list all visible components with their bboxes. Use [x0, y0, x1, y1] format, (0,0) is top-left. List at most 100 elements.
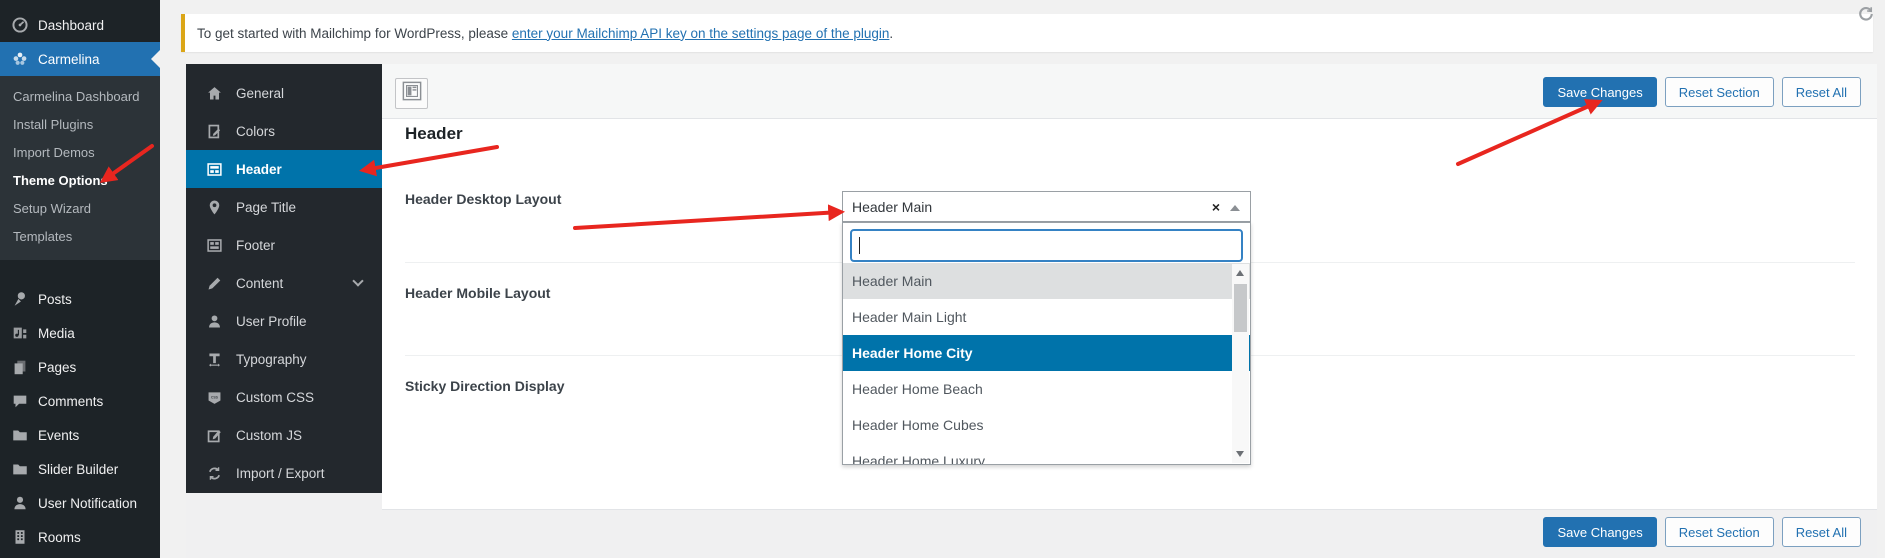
notice-suffix: . [889, 26, 893, 41]
options-tab-general[interactable]: General [186, 74, 382, 112]
select-dropdown-panel: Header Main Header Main Light Header Hom… [842, 222, 1251, 465]
folder-icon [11, 426, 29, 444]
sidebar-item-label: Carmelina [38, 52, 100, 67]
options-tab-label: Page Title [236, 200, 296, 215]
options-tab-label: Footer [236, 238, 275, 253]
panel-footer-left [186, 493, 382, 558]
options-tab-header[interactable]: Header [186, 150, 382, 188]
sidebar-item-user-notification[interactable]: User Notification [0, 486, 160, 520]
reset-section-button[interactable]: Reset Section [1665, 517, 1774, 547]
user-icon [11, 494, 29, 512]
select-options-list: Header Main Header Main Light Header Hom… [843, 263, 1250, 464]
options-tab-colors[interactable]: Colors [186, 112, 382, 150]
options-tab-page-title[interactable]: Page Title [186, 188, 382, 226]
clear-selection-icon[interactable]: × [1212, 198, 1220, 216]
sidebar-item-label: User Notification [38, 496, 137, 511]
sidebar-item-media[interactable]: Media [0, 316, 160, 350]
options-tab-custom-css[interactable]: css Custom CSS [186, 378, 382, 416]
notice-text: To get started with Mailchimp for WordPr… [197, 26, 508, 41]
refresh-icon[interactable] [1857, 5, 1875, 28]
options-tab-label: General [236, 86, 284, 101]
options-tab-custom-js[interactable]: Custom JS [186, 416, 382, 454]
carmelina-logo-icon [11, 50, 29, 68]
sidebar-item-label: Media [38, 326, 75, 341]
edit-doc-icon [205, 123, 223, 140]
sidebar-item-label: Slider Builder [38, 462, 118, 477]
sidebar-item-dashboard[interactable]: Dashboard [0, 8, 160, 42]
reset-all-button[interactable]: Reset All [1782, 77, 1861, 107]
scroll-down-icon[interactable] [1236, 451, 1244, 457]
toggle-layout-button[interactable] [395, 78, 428, 109]
pages-icon [11, 358, 29, 376]
dashboard-icon [11, 16, 29, 34]
toolbar-buttons-bottom: Save Changes Reset Section Reset All [1543, 517, 1861, 547]
caret-up-icon[interactable] [1230, 205, 1240, 211]
submenu-item-templates[interactable]: Templates [0, 223, 160, 251]
sidebar-item-label: Pages [38, 360, 76, 375]
option-header-main-light[interactable]: Header Main Light [843, 299, 1250, 335]
options-tab-label: User Profile [236, 314, 307, 329]
option-header-home-city[interactable]: Header Home City [843, 335, 1250, 371]
submenu-item-install-plugins[interactable]: Install Plugins [0, 111, 160, 139]
footer-layout-icon [205, 237, 223, 254]
sidebar-item-comments[interactable]: Comments [0, 384, 160, 418]
dropdown-scrollbar[interactable] [1232, 264, 1249, 463]
submenu-item-carmelina-dashboard[interactable]: Carmelina Dashboard [0, 83, 160, 111]
option-header-home-beach[interactable]: Header Home Beach [843, 371, 1250, 407]
option-header-home-cubes[interactable]: Header Home Cubes [843, 407, 1250, 443]
field-label-sticky-direction-display: Sticky Direction Display [405, 378, 565, 394]
sidebar-item-pages[interactable]: Pages [0, 350, 160, 384]
header-layout-icon [205, 161, 223, 178]
layout-icon [402, 81, 422, 106]
options-tab-user-profile[interactable]: User Profile [186, 302, 382, 340]
options-tab-label: Custom CSS [236, 390, 314, 405]
options-tab-typography[interactable]: Typography [186, 340, 382, 378]
edit-square-icon [205, 427, 223, 444]
sidebar-item-slider-builder[interactable]: Slider Builder [0, 452, 160, 486]
sidebar-item-label: Events [38, 428, 79, 443]
select-current-value: Header Main [843, 199, 932, 215]
option-header-main[interactable]: Header Main [843, 263, 1250, 299]
field-label-header-desktop-layout: Header Desktop Layout [405, 191, 561, 207]
options-tab-import-export[interactable]: Import / Export [186, 454, 382, 492]
chevron-down-icon [352, 275, 363, 286]
mailchimp-settings-link[interactable]: enter your Mailchimp API key on the sett… [512, 26, 889, 41]
options-tab-footer[interactable]: Footer [186, 226, 382, 264]
text-cursor [859, 237, 860, 254]
folder-icon [11, 460, 29, 478]
admin-sidebar: Dashboard Carmelina Carmelina Dashboard … [0, 0, 160, 558]
sidebar-item-posts[interactable]: Posts [0, 282, 160, 316]
scroll-up-icon[interactable] [1236, 270, 1244, 276]
options-tab-label: Colors [236, 124, 275, 139]
section-title: Header [405, 124, 463, 144]
save-changes-button[interactable]: Save Changes [1543, 77, 1656, 107]
sidebar-item-rooms[interactable]: Rooms [0, 520, 160, 554]
field-label-header-mobile-layout: Header Mobile Layout [405, 285, 550, 301]
sidebar-item-events[interactable]: Events [0, 418, 160, 452]
sidebar-item-carmelina[interactable]: Carmelina [0, 42, 160, 76]
panel-footer: Save Changes Reset Section Reset All [382, 509, 1877, 558]
select-search-input[interactable] [850, 229, 1243, 262]
scrollbar-thumb[interactable] [1234, 284, 1247, 332]
options-tab-content[interactable]: Content [186, 264, 382, 302]
header-desktop-layout-select[interactable]: Header Main × [842, 191, 1251, 222]
options-tab-label: Header [236, 162, 282, 177]
options-tab-label: Content [236, 276, 283, 291]
reset-all-button[interactable]: Reset All [1782, 517, 1861, 547]
sidebar-item-label: Dashboard [38, 18, 104, 33]
admin-menu: Posts Media Pages Comments [0, 282, 160, 554]
sync-icon [205, 465, 223, 482]
save-changes-button[interactable]: Save Changes [1543, 517, 1656, 547]
comment-icon [11, 392, 29, 410]
reset-section-button[interactable]: Reset Section [1665, 77, 1774, 107]
option-header-home-luxury[interactable]: Header Home Luxury [843, 443, 1250, 464]
submenu-item-setup-wizard[interactable]: Setup Wizard [0, 195, 160, 223]
css-badge-icon: css [205, 389, 223, 406]
submenu-item-import-demos[interactable]: Import Demos [0, 139, 160, 167]
pencil-icon [205, 275, 223, 292]
home-icon [205, 85, 223, 102]
options-tab-label: Import / Export [236, 466, 325, 481]
options-toolbar: Save Changes Reset Section Reset All [382, 64, 1877, 119]
submenu-item-theme-options[interactable]: Theme Options [0, 167, 160, 195]
carmelina-submenu: Carmelina Dashboard Install Plugins Impo… [0, 76, 160, 260]
